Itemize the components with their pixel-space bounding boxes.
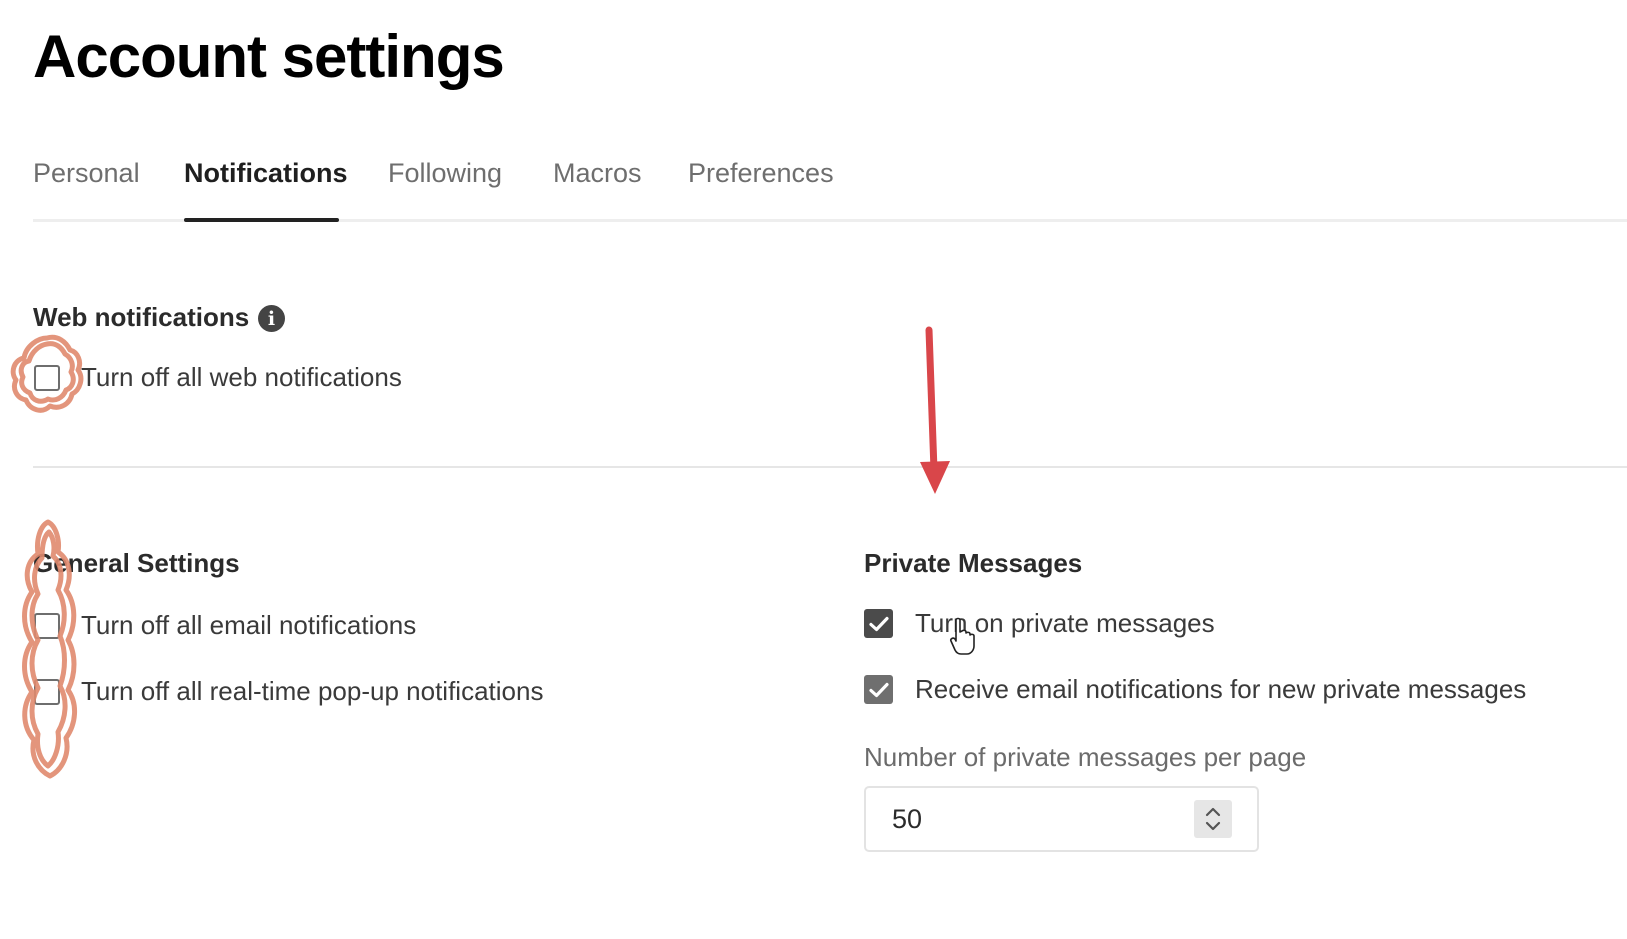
checkbox-label: Turn on private messages xyxy=(915,608,1215,638)
turn-off-email-notifications-checkbox[interactable] xyxy=(34,612,60,639)
tab-preferences[interactable]: Preferences xyxy=(688,158,834,189)
general-option-popup[interactable]: Turn off all real-time pop-up notificati… xyxy=(34,676,543,707)
section-divider xyxy=(33,466,1627,468)
private-option-email[interactable]: Receive email notifications for new priv… xyxy=(864,674,1526,705)
checkbox-label: Turn off all email notifications xyxy=(81,610,417,640)
stepper-arrows-icon xyxy=(1205,807,1221,831)
general-settings-heading: General Settings xyxy=(33,548,240,578)
web-notifications-option[interactable]: Turn off all web notifications xyxy=(34,362,402,393)
checkbox-label: Receive email notifications for new priv… xyxy=(915,674,1527,704)
messages-per-page-value: 50 xyxy=(892,804,923,834)
check-icon xyxy=(868,616,889,631)
checkbox-label: Turn off all real-time pop-up notificati… xyxy=(81,676,544,706)
tab-macros[interactable]: Macros xyxy=(553,158,642,189)
tab-personal[interactable]: Personal xyxy=(33,158,140,189)
annotation-overlay xyxy=(10,326,975,779)
messages-per-page-label: Number of private messages per page xyxy=(864,742,1307,772)
tab-notifications[interactable]: Notifications xyxy=(184,158,348,189)
turn-off-web-notifications-checkbox[interactable] xyxy=(34,364,60,391)
web-notifications-heading: Web notifications xyxy=(33,302,250,332)
number-stepper[interactable] xyxy=(1194,800,1232,838)
turn-off-popup-notifications-checkbox[interactable] xyxy=(34,678,60,705)
active-tab-indicator xyxy=(184,218,339,222)
checkbox-label: Turn off all web notifications xyxy=(81,362,402,392)
red-arrow-annotation xyxy=(920,326,950,494)
info-icon[interactable]: i xyxy=(258,305,285,332)
private-option-enable[interactable]: Turn on private messages xyxy=(864,608,1215,639)
page-title: Account settings xyxy=(33,23,505,90)
private-messages-heading: Private Messages xyxy=(864,548,1083,578)
general-option-email[interactable]: Turn off all email notifications xyxy=(34,610,416,641)
turn-on-private-messages-checkbox[interactable] xyxy=(864,609,893,638)
check-icon xyxy=(868,682,889,697)
tab-following[interactable]: Following xyxy=(388,158,502,189)
receive-email-private-messages-checkbox[interactable] xyxy=(864,675,893,704)
messages-per-page-input[interactable]: 50 xyxy=(864,786,1259,852)
